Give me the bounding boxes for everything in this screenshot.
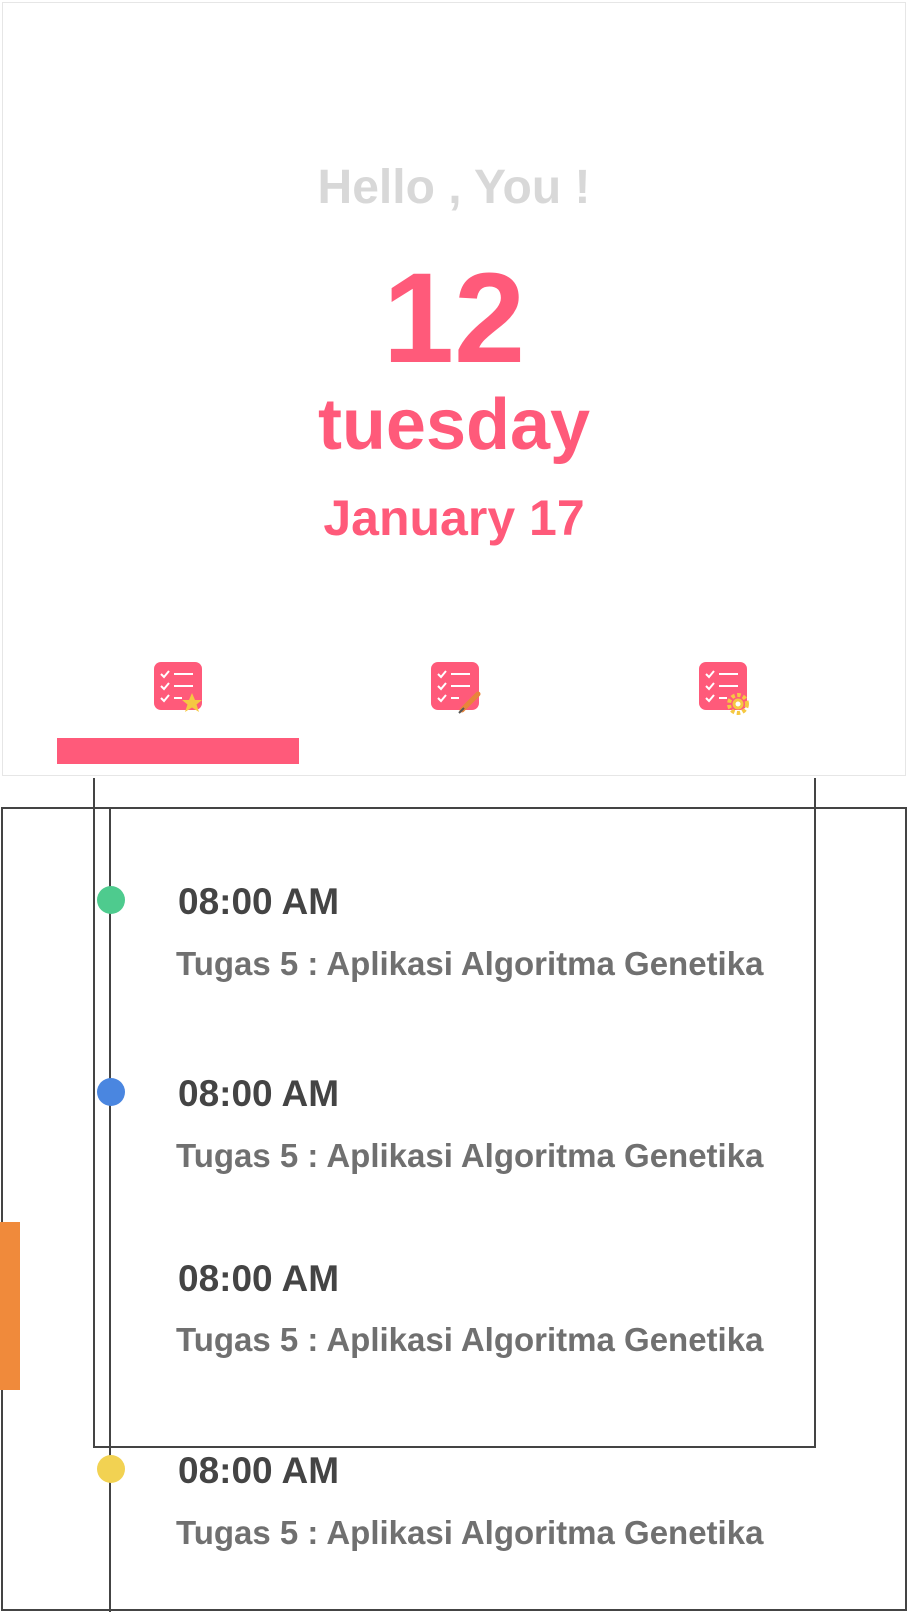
timeline-dot	[97, 1455, 125, 1483]
timeline-time: 08:00 AM	[178, 881, 340, 922]
month-date-label: January 17	[323, 490, 585, 546]
timeline-dot	[97, 1078, 125, 1106]
timeline-dot	[97, 886, 125, 914]
tab-checklist-star[interactable]	[152, 660, 208, 720]
timeline-task[interactable]: Tugas 5 : Aplikasi Algoritma Genetika	[176, 1320, 763, 1360]
checklist-gear-icon	[699, 662, 749, 715]
timeline-task[interactable]: Tugas 5 : Aplikasi Algoritma Genetika	[176, 944, 763, 984]
weekday-label: tuesday	[317, 385, 591, 465]
checklist-star-icon	[154, 662, 202, 712]
selected-tab-indicator	[57, 738, 299, 764]
side-handle[interactable]	[0, 1222, 20, 1390]
tab-checklist-pencil[interactable]	[429, 660, 485, 720]
timeline-time: 08:00 AM	[178, 1073, 340, 1114]
checklist-pencil-icon	[431, 662, 481, 714]
greeting-text: Hello , You !	[317, 161, 591, 214]
tab-checklist-gear[interactable]	[697, 660, 753, 720]
timeline-line	[109, 807, 111, 1612]
timeline-time: 08:00 AM	[178, 1258, 340, 1299]
day-number: 12	[382, 247, 526, 390]
timeline-task[interactable]: Tugas 5 : Aplikasi Algoritma Genetika	[176, 1513, 763, 1553]
timeline-task[interactable]: Tugas 5 : Aplikasi Algoritma Genetika	[176, 1136, 763, 1176]
timeline-time: 08:00 AM	[178, 1450, 340, 1491]
